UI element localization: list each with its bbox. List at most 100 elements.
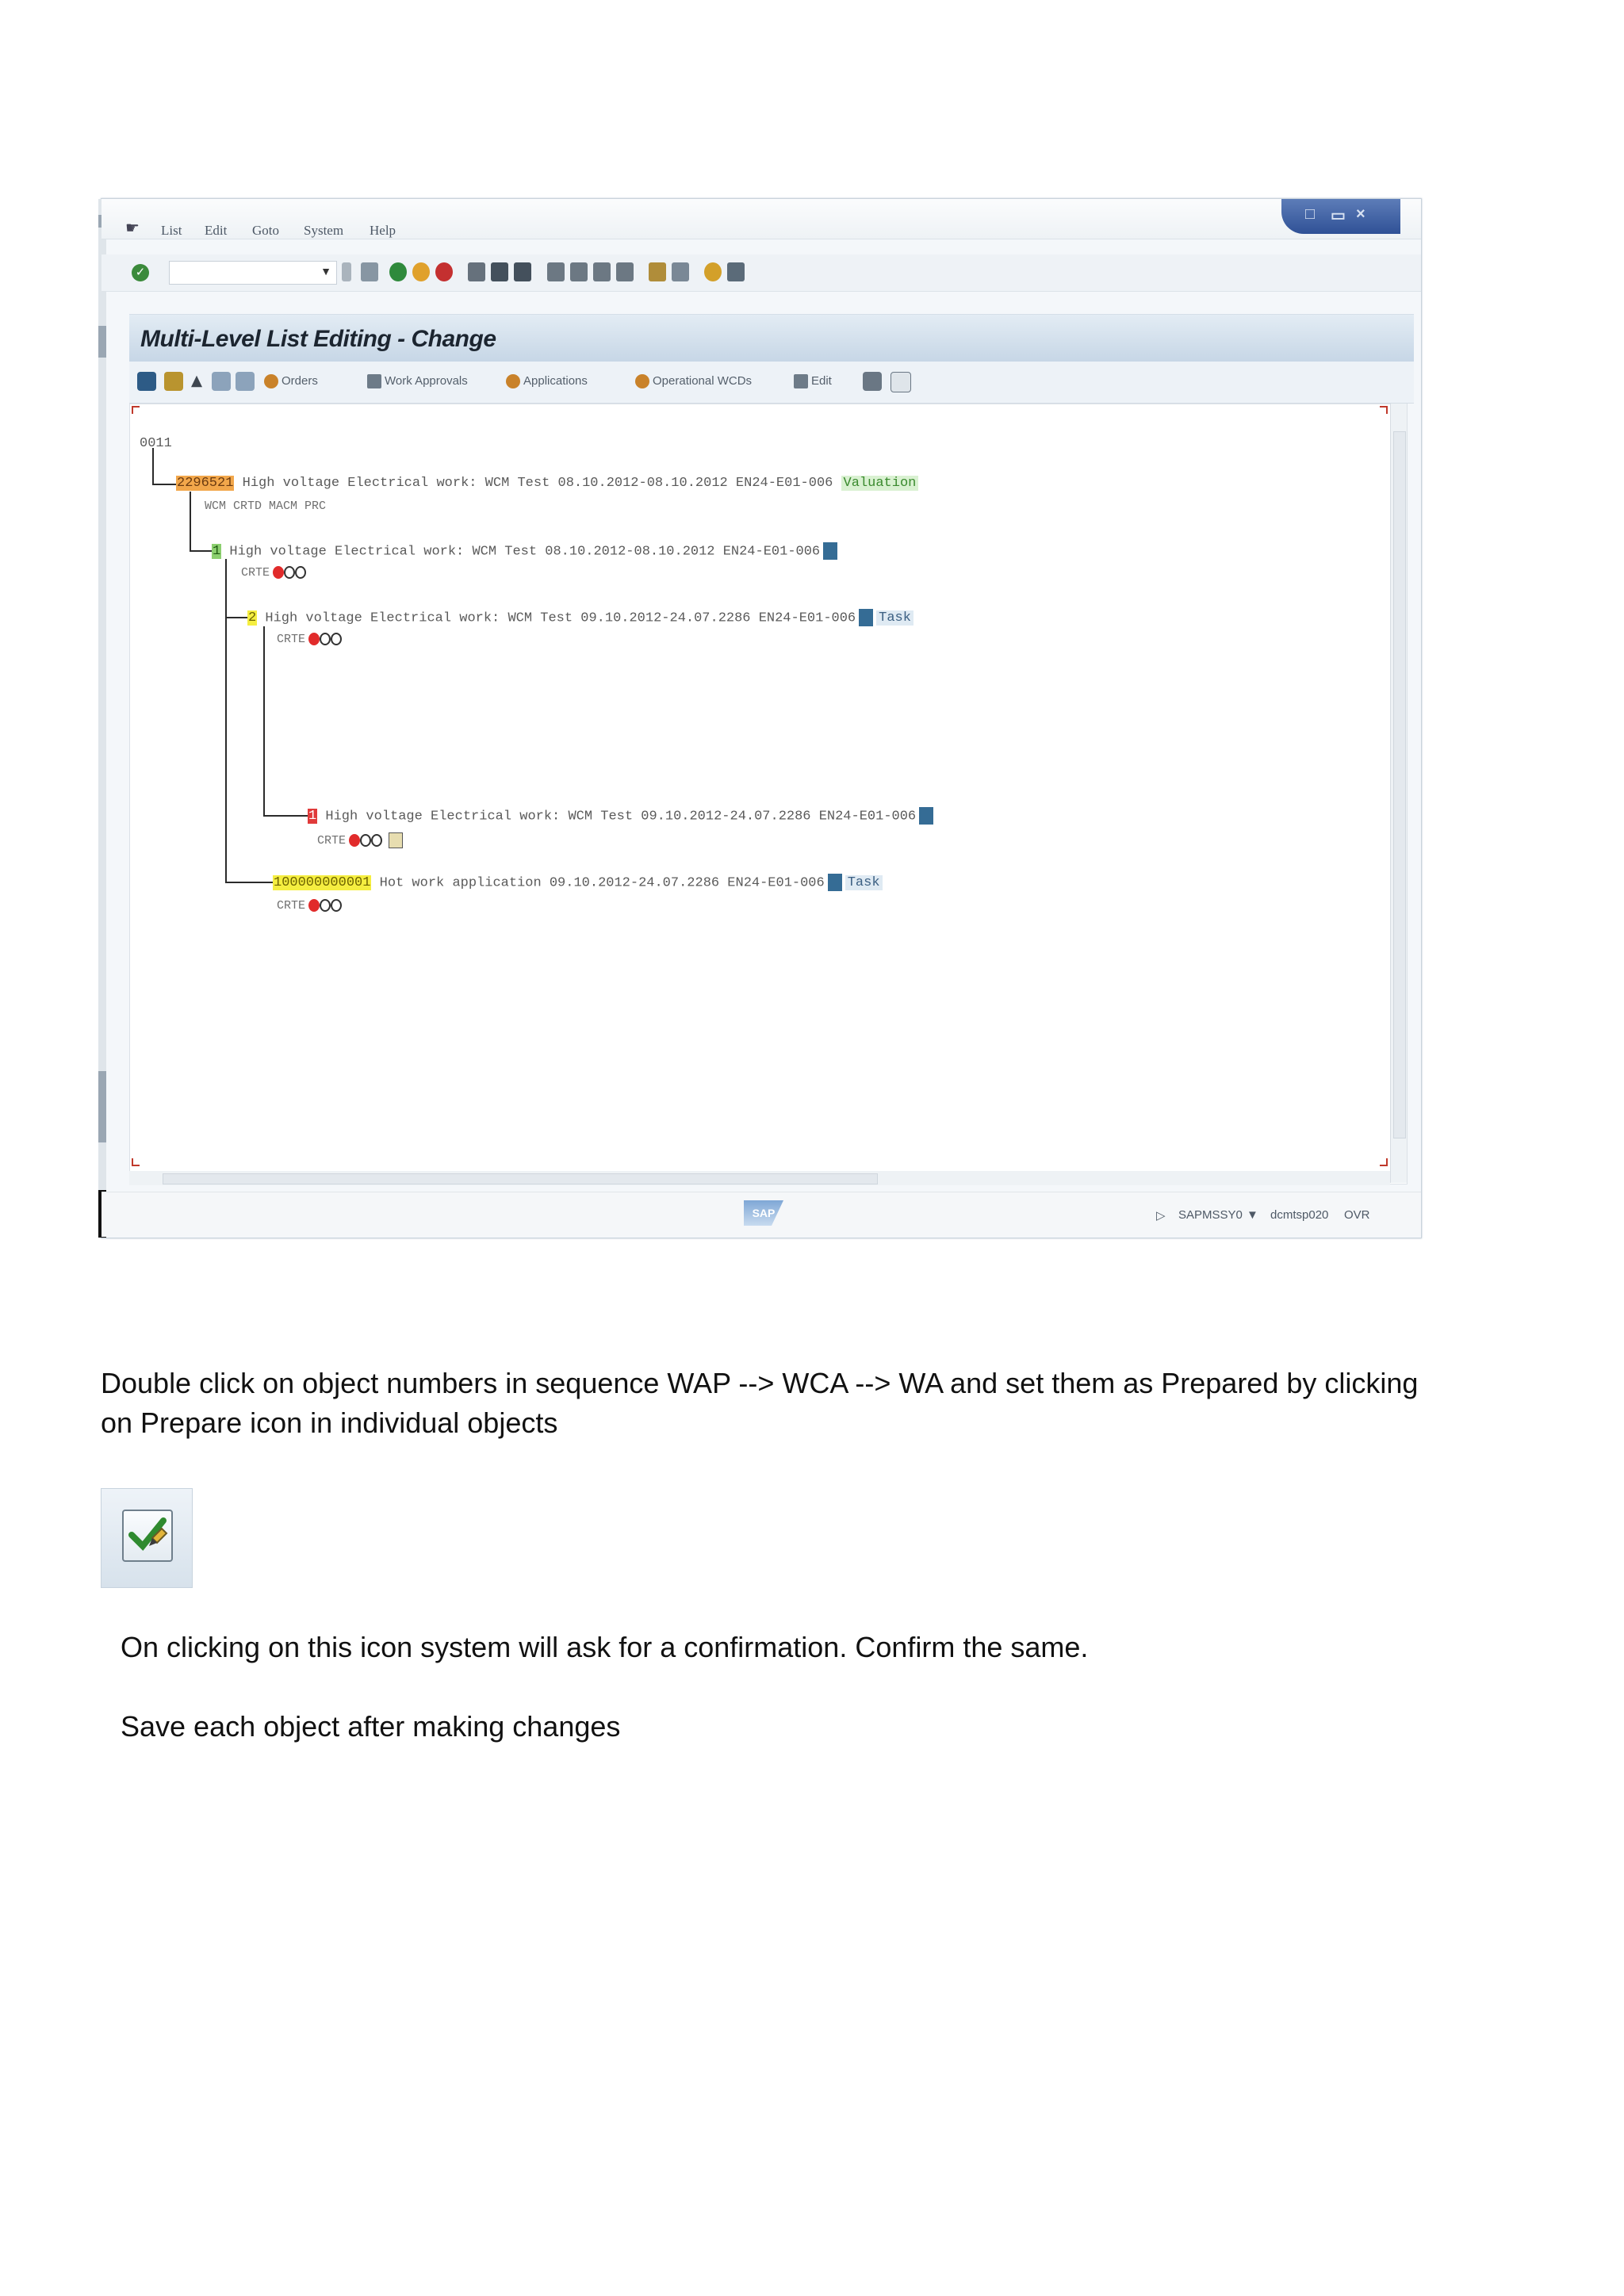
server-name: dcmtsp020 [1270, 1208, 1329, 1222]
find-next-icon[interactable] [514, 262, 531, 281]
work-approvals-button[interactable]: Work Approvals [367, 374, 468, 389]
chevron-down-icon[interactable]: ▼ [320, 265, 331, 277]
tree-connector [225, 882, 273, 883]
orders-label: Orders [282, 374, 318, 388]
orders-button[interactable]: Orders [264, 374, 318, 389]
document-icon[interactable] [891, 372, 911, 392]
cancel-icon[interactable] [435, 262, 453, 281]
tree-connector [152, 484, 176, 485]
status-bar: SAP ▷ SAPMSSY0 ▼ dcmtsp020 OVR [102, 1192, 1421, 1237]
save-icon[interactable] [361, 262, 378, 281]
tree-content-area: 0011 2296521 High voltage Electrical wor… [129, 404, 1408, 1184]
applications-label: Applications [523, 374, 588, 388]
enter-check-icon[interactable]: ✓ [132, 264, 149, 281]
object-number[interactable]: 2 [247, 610, 258, 626]
previous-page-icon[interactable] [570, 262, 588, 281]
traffic-light-icon [308, 899, 343, 913]
object-number[interactable]: 2296521 [176, 476, 235, 491]
back-icon[interactable] [389, 262, 407, 281]
command-field[interactable]: ▼ [169, 261, 337, 285]
object-number[interactable]: 1 [212, 544, 222, 560]
instruction-confirmation: On clicking on this icon system will ask… [121, 1631, 1089, 1663]
screen-title-bar: Multi-Level List Editing - Change [129, 314, 1414, 362]
traffic-light-icon [308, 633, 343, 646]
tree-node-wca[interactable]: 1 High voltage Electrical work: WCM Test… [212, 542, 841, 560]
window-menu-icon[interactable]: ☛ [125, 218, 140, 238]
tree-connector [152, 448, 154, 484]
operational-wcds-button[interactable]: Operational WCDs [635, 374, 752, 389]
refresh-icon[interactable] [137, 372, 156, 391]
back-arrow-icon[interactable] [342, 262, 351, 281]
sap-screenshot: ☛ List Edit Goto System Help □ ▭ × ✓ ▼ M… [98, 198, 1422, 1238]
strip-marker [98, 326, 106, 358]
operational-wcds-icon [635, 374, 649, 389]
restore-icon[interactable]: ▭ [1331, 205, 1346, 225]
sap-logo: SAP [744, 1200, 783, 1226]
object-number[interactable]: 1 [308, 809, 318, 825]
strip-marker [98, 1071, 106, 1142]
exit-icon[interactable] [412, 262, 430, 281]
help-icon[interactable] [704, 262, 722, 281]
object-description: Hot work application 09.10.2012-24.07.22… [371, 875, 825, 891]
menu-goto[interactable]: Goto [252, 223, 279, 239]
status-code: CRTE [277, 633, 306, 646]
next-page-icon[interactable] [593, 262, 611, 281]
left-edge-strip [98, 199, 106, 1238]
object-number[interactable]: 100000000001 [273, 875, 372, 891]
tree-node-wap[interactable]: 2296521 High voltage Electrical work: WC… [176, 476, 919, 491]
tree-node-wa[interactable]: 100000000001 Hot work application 09.10.… [273, 874, 883, 891]
scroll-thumb[interactable] [1393, 431, 1406, 1138]
menu-edit[interactable]: Edit [205, 223, 227, 239]
find-icon[interactable] [491, 262, 508, 281]
minimize-icon[interactable]: □ [1305, 205, 1315, 224]
status-badge: Valuation [841, 476, 919, 491]
applications-button[interactable]: Applications [506, 374, 588, 389]
expand-up-icon[interactable] [191, 375, 202, 388]
tree-connector [225, 617, 247, 618]
edit-button[interactable]: Edit [794, 374, 832, 389]
horizontal-scrollbar[interactable] [129, 1171, 1390, 1185]
settings-icon[interactable] [863, 372, 882, 391]
system-toolbar: ✓ ▼ [102, 254, 1421, 292]
last-page-icon[interactable] [616, 262, 634, 281]
traffic-light-icon [349, 834, 384, 847]
document-icon [389, 832, 404, 848]
tree-connector [190, 492, 191, 551]
object-description: High voltage Electrical work: WCM Test 0… [234, 476, 841, 491]
shortcut-icon[interactable] [672, 262, 689, 281]
expand-all-icon[interactable] [212, 372, 231, 391]
vertical-scrollbar[interactable] [1390, 404, 1407, 1183]
corner-marker [1380, 1158, 1388, 1166]
first-page-icon[interactable] [547, 262, 565, 281]
applications-icon [506, 374, 520, 389]
tree-connector [190, 550, 212, 552]
collapse-all-icon[interactable] [236, 372, 255, 391]
window-controls: □ ▭ × [1281, 199, 1400, 234]
chevron-down-icon[interactable]: ▼ [1247, 1208, 1258, 1222]
scroll-thumb[interactable] [163, 1173, 878, 1184]
node-status-line: WCM CRTD MACM PRC [205, 499, 327, 513]
play-icon[interactable]: ▷ [1156, 1208, 1166, 1223]
print-icon[interactable] [468, 262, 485, 281]
close-icon[interactable]: × [1356, 205, 1365, 224]
tree-root[interactable]: 0011 [140, 436, 172, 451]
insert-mode: OVR [1344, 1208, 1370, 1222]
new-session-icon[interactable] [649, 262, 666, 281]
layout-menu-icon[interactable] [727, 262, 745, 281]
work-approvals-label: Work Approvals [385, 374, 468, 388]
object-type-icon [823, 542, 838, 560]
object-type-icon [859, 609, 874, 626]
prepare-icon-illustration [101, 1488, 193, 1588]
tree-node-wcd-item[interactable]: 1 High voltage Electrical work: WCM Test… [308, 807, 936, 825]
check-pencil-icon [128, 1517, 168, 1551]
prepare-icon [122, 1510, 173, 1562]
object-type-icon [827, 874, 842, 891]
filter-icon [367, 374, 381, 389]
status-code: CRTE [241, 566, 270, 580]
menu-system[interactable]: System [304, 223, 343, 239]
node-status-line: CRTE [241, 566, 308, 580]
prepare-wand-icon[interactable] [164, 372, 183, 391]
menu-list[interactable]: List [161, 223, 182, 239]
tree-node-wcd[interactable]: 2 High voltage Electrical work: WCM Test… [247, 609, 914, 626]
menu-help[interactable]: Help [370, 223, 396, 239]
